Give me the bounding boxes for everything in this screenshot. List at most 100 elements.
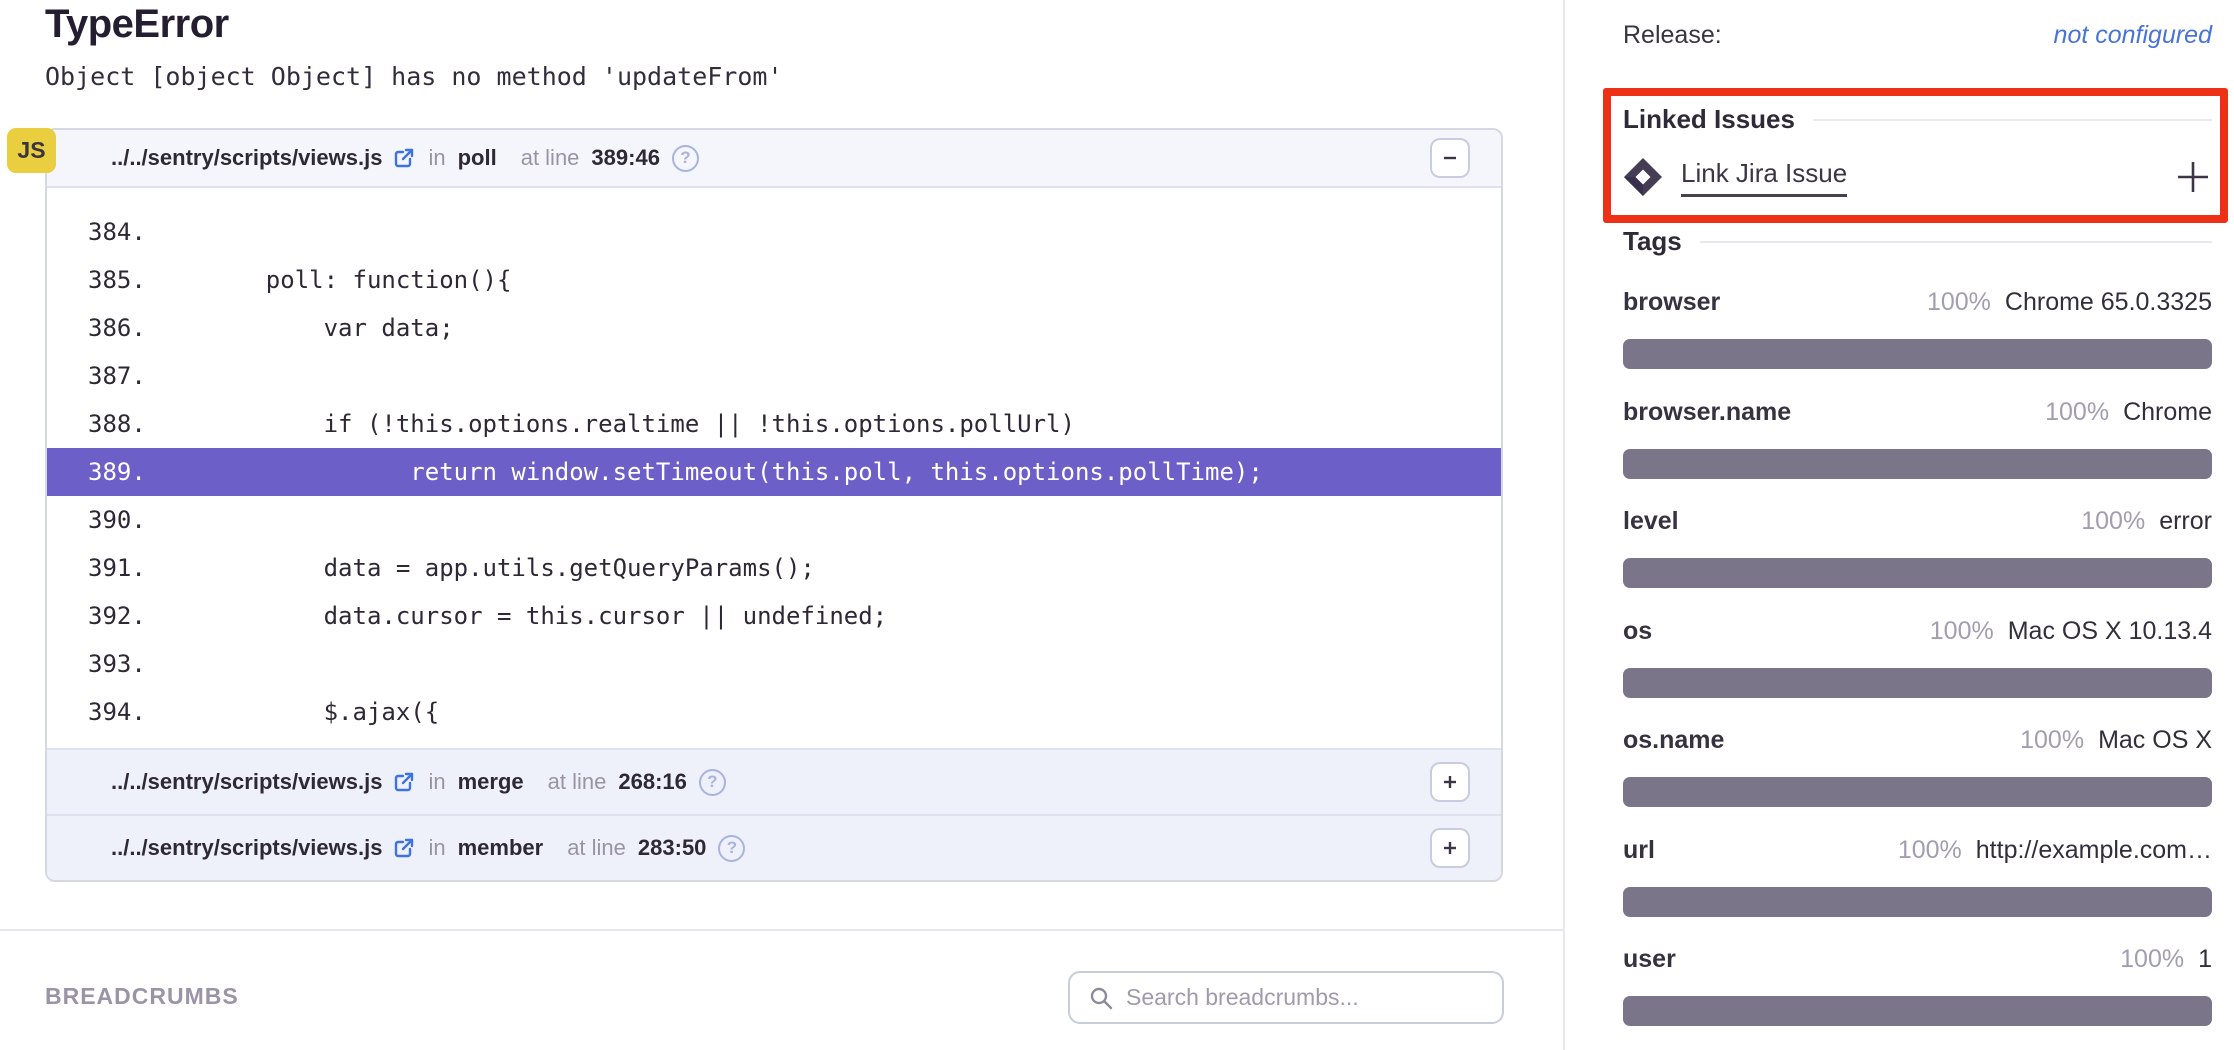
tag-name[interactable]: os bbox=[1623, 617, 1652, 646]
heading-rule bbox=[1700, 241, 2212, 243]
exception-type-title: TypeError bbox=[45, 2, 229, 47]
frame-function-name: poll bbox=[458, 145, 497, 171]
line-number: 391. bbox=[47, 544, 208, 592]
tag-percent: 100% bbox=[2081, 507, 2145, 536]
stack-trace-panel: ../../sentry/scripts/views.js in poll at… bbox=[45, 128, 1503, 882]
breadcrumbs-section-title: BREADCRUMBS bbox=[45, 983, 239, 1010]
link-jira-issue-row: Link Jira Issue bbox=[1623, 154, 2212, 200]
line-number: 394. bbox=[47, 688, 208, 736]
help-icon[interactable]: ? bbox=[699, 769, 726, 796]
help-icon[interactable]: ? bbox=[672, 145, 699, 172]
external-link-icon[interactable] bbox=[392, 836, 416, 860]
tag-row-os: os 100% Mac OS X 10.13.4 bbox=[1623, 617, 2212, 698]
tag-distribution-bar[interactable] bbox=[1623, 887, 2212, 917]
tag-name[interactable]: user bbox=[1623, 945, 1676, 974]
frame-in-label: in bbox=[428, 769, 445, 795]
tag-percent: 100% bbox=[1927, 288, 1991, 317]
line-number: 385. bbox=[47, 256, 208, 304]
line-number: 390. bbox=[47, 496, 208, 544]
code-line: 390. bbox=[47, 496, 1501, 544]
line-source: poll: function(){ bbox=[208, 256, 511, 304]
tag-value[interactable]: Mac OS X 10.13.4 bbox=[2008, 617, 2212, 646]
collapse-frame-button[interactable] bbox=[1430, 138, 1470, 178]
frame-line-number: 283:50 bbox=[638, 835, 707, 861]
stack-frame-collapsed[interactable]: ../../sentry/scripts/views.js in member … bbox=[47, 814, 1501, 880]
external-link-icon[interactable] bbox=[392, 770, 416, 794]
tag-value[interactable]: 1 bbox=[2198, 945, 2212, 974]
breadcrumbs-search-input[interactable] bbox=[1126, 984, 1486, 1011]
link-jira-issue-link[interactable]: Link Jira Issue bbox=[1681, 158, 1847, 197]
code-line: 386. var data; bbox=[47, 304, 1501, 352]
tag-value[interactable]: http://example.com… bbox=[1976, 836, 2212, 865]
external-link-icon[interactable] bbox=[392, 146, 416, 170]
tag-percent: 100% bbox=[1930, 617, 1994, 646]
frame-in-label: in bbox=[428, 145, 445, 171]
line-number: 393. bbox=[47, 640, 208, 688]
stack-frame-collapsed[interactable]: ../../sentry/scripts/views.js in merge a… bbox=[47, 748, 1501, 814]
line-number: 388. bbox=[47, 400, 208, 448]
tag-percent: 100% bbox=[2020, 726, 2084, 755]
tag-name[interactable]: browser.name bbox=[1623, 398, 1791, 427]
tag-distribution-bar[interactable] bbox=[1623, 996, 2212, 1026]
line-source: $.ajax({ bbox=[208, 688, 439, 736]
tag-percent: 100% bbox=[2045, 398, 2109, 427]
tag-value[interactable]: Mac OS X bbox=[2098, 726, 2212, 755]
linked-issues-section-header: Linked Issues bbox=[1623, 104, 2212, 135]
frame-atline-label: at line bbox=[521, 145, 580, 171]
tag-value[interactable]: Chrome bbox=[2123, 398, 2212, 427]
frame-function-name: member bbox=[458, 835, 544, 861]
tag-name[interactable]: os.name bbox=[1623, 726, 1724, 755]
linked-issues-heading: Linked Issues bbox=[1623, 104, 1795, 135]
line-source: var data; bbox=[208, 304, 454, 352]
code-line: 388. if (!this.options.realtime || !this… bbox=[47, 400, 1501, 448]
line-source: if (!this.options.realtime || !this.opti… bbox=[208, 400, 1075, 448]
tag-value[interactable]: Chrome 65.0.3325 bbox=[2005, 288, 2212, 317]
code-line: 393. bbox=[47, 640, 1501, 688]
frame-file-path[interactable]: ../../sentry/scripts/views.js bbox=[111, 835, 382, 861]
tag-name[interactable]: browser bbox=[1623, 288, 1720, 317]
tag-row-url: url 100% http://example.com… bbox=[1623, 836, 2212, 917]
tag-distribution-bar[interactable] bbox=[1623, 449, 2212, 479]
expand-frame-button[interactable] bbox=[1430, 762, 1470, 802]
heading-rule bbox=[1813, 119, 2212, 121]
jira-icon bbox=[1623, 157, 1663, 197]
frame-file-path[interactable]: ../../sentry/scripts/views.js bbox=[111, 769, 382, 795]
line-source: return window.setTimeout(this.poll, this… bbox=[208, 448, 1263, 496]
tag-distribution-bar[interactable] bbox=[1623, 558, 2212, 588]
tag-value[interactable]: error bbox=[2159, 507, 2212, 536]
code-line: 387. bbox=[47, 352, 1501, 400]
tag-row-browser: browser 100% Chrome 65.0.3325 bbox=[1623, 288, 2212, 369]
frame-line-number: 389:46 bbox=[591, 145, 660, 171]
plus-icon bbox=[1440, 772, 1460, 792]
code-line: 392. data.cursor = this.cursor || undefi… bbox=[47, 592, 1501, 640]
sidebar-divider bbox=[1563, 0, 1565, 1050]
source-code-context: 384. 385. poll: function(){ 386. var dat… bbox=[47, 188, 1501, 748]
help-icon[interactable]: ? bbox=[718, 835, 745, 862]
tag-distribution-bar[interactable] bbox=[1623, 339, 2212, 369]
release-not-configured-link[interactable]: not configured bbox=[2054, 21, 2212, 50]
frame-in-label: in bbox=[428, 835, 445, 861]
breadcrumbs-search-box[interactable] bbox=[1068, 971, 1504, 1024]
plus-icon bbox=[2174, 158, 2212, 196]
tags-section-header: Tags bbox=[1623, 226, 2212, 257]
frame-atline-label: at line bbox=[548, 769, 607, 795]
tag-percent: 100% bbox=[2120, 945, 2184, 974]
line-number: 387. bbox=[47, 352, 208, 400]
line-source: data.cursor = this.cursor || undefined; bbox=[208, 592, 887, 640]
stack-frame-header[interactable]: ../../sentry/scripts/views.js in poll at… bbox=[47, 130, 1501, 188]
frame-file-path[interactable]: ../../sentry/scripts/views.js bbox=[111, 145, 382, 171]
minus-icon bbox=[1440, 148, 1460, 168]
tag-distribution-bar[interactable] bbox=[1623, 777, 2212, 807]
line-number: 384. bbox=[47, 208, 208, 256]
tag-row-level: level 100% error bbox=[1623, 507, 2212, 588]
language-badge-js: JS bbox=[7, 128, 56, 173]
issue-detail-page: TypeError Object [object Object] has no … bbox=[0, 0, 2234, 1050]
frame-atline-label: at line bbox=[567, 835, 626, 861]
tag-distribution-bar[interactable] bbox=[1623, 668, 2212, 698]
expand-frame-button[interactable] bbox=[1430, 828, 1470, 868]
search-icon bbox=[1088, 985, 1114, 1011]
add-linked-issue-button[interactable] bbox=[2174, 158, 2212, 196]
code-line: 391. data = app.utils.getQueryParams(); bbox=[47, 544, 1501, 592]
tag-name[interactable]: level bbox=[1623, 507, 1679, 536]
tag-name[interactable]: url bbox=[1623, 836, 1655, 865]
